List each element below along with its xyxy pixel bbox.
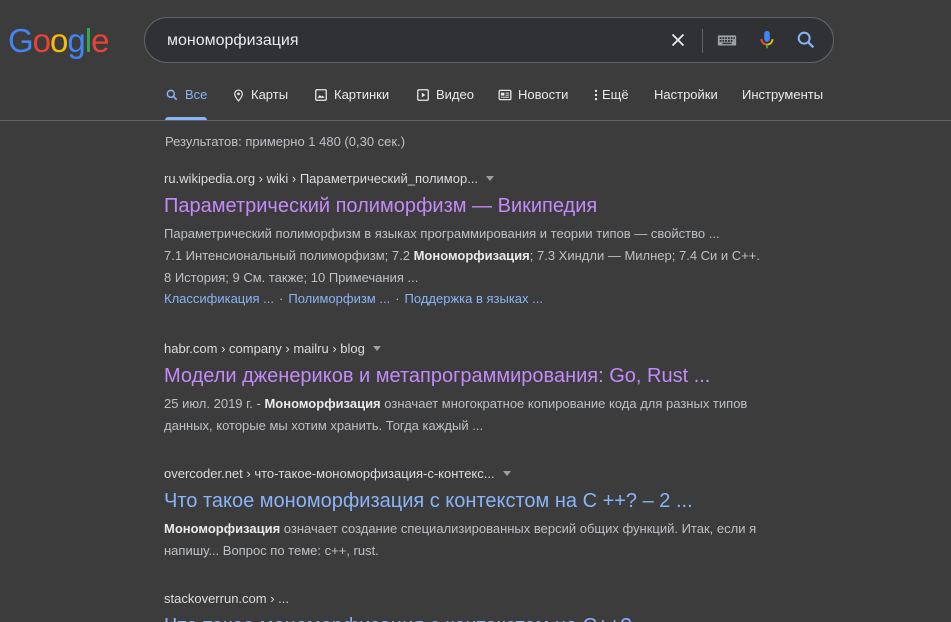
tab-news[interactable]: Новости	[498, 87, 568, 117]
result-breadcrumb[interactable]: stackoverrun.com › ...	[164, 591, 764, 606]
tab-maps[interactable]: Карты	[232, 87, 288, 117]
result-title-link[interactable]: Параметрический полиморфизм — Википедия	[164, 193, 764, 219]
sitelink[interactable]: Классификация ...	[164, 291, 274, 306]
search-result: overcoder.net › что-такое-мономорфизация…	[164, 466, 764, 562]
snippet-highlight: Мономорфизация	[264, 396, 381, 411]
tab-label: Ещё	[602, 87, 629, 102]
sitelink[interactable]: Поддержка в языках ...	[405, 291, 543, 306]
search-icon[interactable]	[795, 29, 817, 51]
logo-letter: G	[8, 22, 34, 59]
search-result: habr.com › company › mailru › blog Модел…	[164, 341, 764, 437]
tab-all[interactable]: Все	[165, 87, 208, 120]
tab-label: Новости	[518, 87, 569, 102]
image-icon	[315, 89, 327, 101]
breadcrumb-text: habr.com › company › mailru › blog	[164, 341, 365, 356]
logo-letter: o	[50, 22, 68, 59]
tab-label: Инструменты	[742, 87, 824, 102]
snippet-text: 7.1 Интенсиональный полиморфизм; 7.2	[164, 248, 414, 263]
search-result: ru.wikipedia.org › wiki › Параметрически…	[164, 171, 764, 309]
news-icon	[498, 89, 512, 101]
result-snippet: 25 июл. 2019 г. - Мономорфизация означае…	[164, 393, 764, 437]
separator: ·	[395, 291, 400, 306]
result-title-link[interactable]: Что такое мономорфизация с контекстом на…	[164, 613, 764, 622]
result-title-link[interactable]: Что такое мономорфизация с контекстом на…	[164, 488, 764, 514]
chevron-down-icon[interactable]	[502, 471, 511, 476]
result-title-link[interactable]: Модели дженериков и метапрограммирования…	[164, 363, 764, 389]
logo-letter: g	[67, 22, 85, 59]
tab-video[interactable]: Видео	[416, 87, 474, 117]
tab-label: Картинки	[334, 87, 390, 102]
search-box	[144, 17, 834, 64]
keyboard-icon[interactable]	[716, 29, 738, 51]
tab-label: Настройки	[654, 87, 718, 102]
logo-letter: o	[32, 22, 51, 59]
tab-tools[interactable]: Инструменты	[742, 87, 823, 117]
tab-more[interactable]: Ещё	[593, 87, 629, 117]
snippet-highlight: Мономорфизация	[164, 521, 281, 536]
sitelinks: Классификация ... · Полиморфизм ... · Поддер…	[164, 289, 764, 309]
result-breadcrumb[interactable]: overcoder.net › что-такое-мономорфизация…	[164, 466, 764, 481]
search-divider	[702, 29, 703, 53]
search-input[interactable]	[165, 18, 639, 64]
result-stats: Результатов: примерно 1 480 (0,30 сек.)	[165, 134, 406, 149]
breadcrumb-text: ru.wikipedia.org › wiki › Параметрически…	[164, 171, 479, 186]
breadcrumb-text: overcoder.net › что-такое-мономорфизация…	[164, 466, 495, 481]
google-logo[interactable]: Google	[8, 22, 109, 60]
snippet-text: Параметрический полиморфизм в языках про…	[164, 226, 720, 241]
sitelink[interactable]: Полиморфизм ...	[288, 291, 390, 306]
snippet-text: 25 июл. 2019 г. -	[164, 396, 265, 411]
breadcrumb-text: stackoverrun.com › ...	[164, 591, 289, 606]
chevron-down-icon[interactable]	[372, 346, 381, 351]
result-snippet: Мономорфизация означает создание специал…	[164, 518, 769, 562]
result-breadcrumb[interactable]: ru.wikipedia.org › wiki › Параметрически…	[164, 171, 764, 186]
separator: ·	[279, 291, 284, 306]
logo-letter: e	[91, 22, 109, 59]
snippet-highlight: Мономорфизация	[413, 248, 530, 263]
tab-label: Видео	[436, 87, 474, 102]
tab-settings[interactable]: Настройки	[654, 87, 718, 117]
header-divider	[0, 120, 951, 121]
microphone-icon[interactable]	[756, 29, 778, 51]
search-result: stackoverrun.com › ... Что такое мономор…	[164, 591, 764, 622]
search-icon	[166, 89, 178, 101]
video-icon	[417, 89, 429, 101]
tab-label: Все	[185, 87, 208, 102]
close-icon[interactable]	[667, 29, 689, 51]
map-pin-icon	[234, 89, 243, 102]
tab-images[interactable]: Картинки	[314, 87, 389, 117]
search-results-page: Google мономорфизация Все Карты Картинки…	[0, 0, 951, 622]
result-breadcrumb[interactable]: habr.com › company › mailru › blog	[164, 341, 764, 356]
result-snippet: Параметрический полиморфизм в языках про…	[164, 223, 769, 289]
tab-label: Карты	[251, 87, 289, 102]
more-vert-icon	[594, 89, 598, 101]
chevron-down-icon[interactable]	[486, 176, 495, 181]
